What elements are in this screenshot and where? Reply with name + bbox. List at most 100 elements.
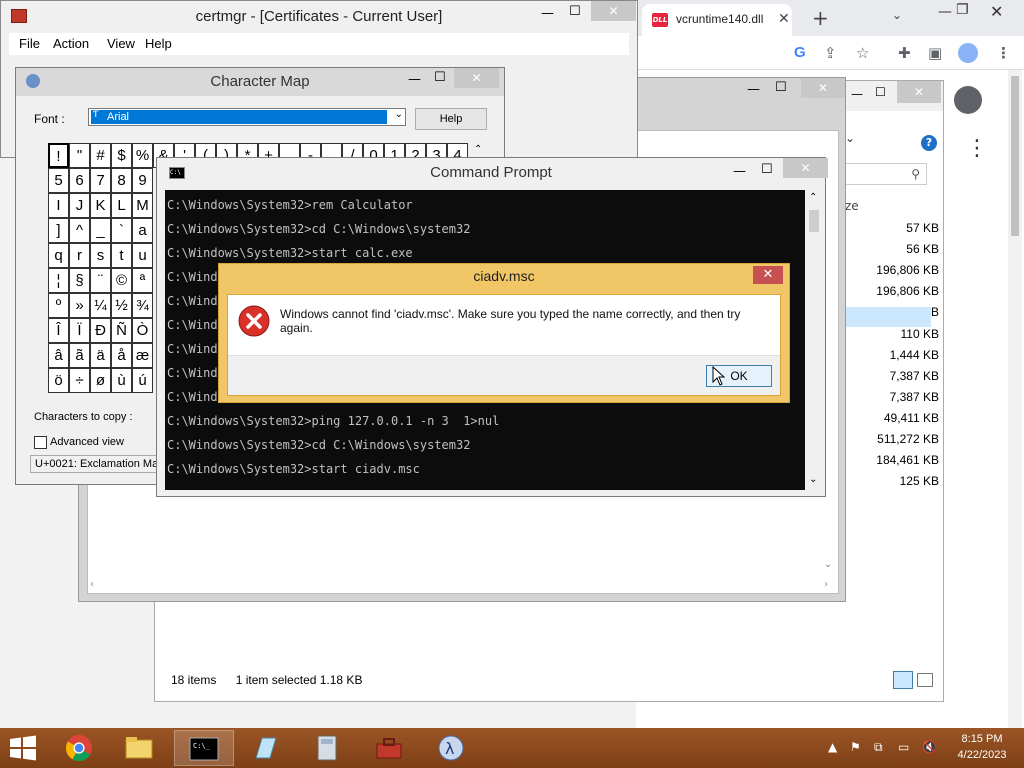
- maximize-icon[interactable]: ☐: [434, 70, 446, 85]
- font-select[interactable]: Arial Ƭ ⌄: [88, 108, 406, 126]
- scroll-left-icon[interactable]: ‹: [90, 579, 94, 590]
- display-icon[interactable]: ▭: [898, 740, 909, 754]
- char-cell[interactable]: ¼: [90, 293, 111, 318]
- grid-scroll-up-icon[interactable]: ⌃: [474, 144, 482, 155]
- side-panel-icon[interactable]: ▣: [928, 44, 942, 62]
- char-cell[interactable]: æ: [132, 343, 153, 368]
- taskbar-toolbox[interactable]: [360, 730, 420, 766]
- scroll-right-icon[interactable]: ›: [824, 579, 828, 590]
- taskbar-file-explorer[interactable]: [110, 730, 170, 766]
- char-cell[interactable]: ^: [69, 218, 90, 243]
- new-tab-button[interactable]: +: [812, 6, 829, 30]
- file-size-cell[interactable]: 56 KB: [906, 242, 939, 256]
- chevron-down-icon[interactable]: ⌄: [395, 109, 403, 120]
- console-scroll-thumb[interactable]: [809, 210, 819, 232]
- maximize-icon[interactable]: ☐: [761, 162, 773, 177]
- file-size-cell[interactable]: 7,387 KB: [890, 369, 939, 383]
- char-cell[interactable]: ÷: [69, 368, 90, 393]
- char-cell[interactable]: 5: [48, 168, 69, 193]
- char-cell[interactable]: Ñ: [111, 318, 132, 343]
- chrome-menu-icon[interactable]: ⋮: [996, 44, 1011, 62]
- show-hidden-icons-icon[interactable]: ▲: [828, 740, 837, 754]
- console-scrollbar[interactable]: ⌃ ⌄: [805, 190, 823, 490]
- minimize-icon[interactable]: —: [733, 164, 746, 179]
- file-size-cell[interactable]: 1,444 KB: [890, 348, 939, 362]
- taskbar-command-prompt[interactable]: C:\_: [174, 730, 234, 766]
- char-cell[interactable]: ©: [111, 268, 132, 293]
- menu-file[interactable]: File: [19, 36, 40, 51]
- char-cell[interactable]: I: [48, 193, 69, 218]
- close-icon[interactable]: ✕: [783, 158, 828, 178]
- google-lens-icon[interactable]: G: [794, 44, 806, 61]
- account-icon[interactable]: [954, 86, 982, 114]
- char-cell[interactable]: t: [111, 243, 132, 268]
- page-menu-icon[interactable]: ⋮: [966, 138, 988, 160]
- char-cell[interactable]: s: [90, 243, 111, 268]
- char-cell[interactable]: 9: [132, 168, 153, 193]
- char-cell[interactable]: L: [111, 193, 132, 218]
- chrome-tab[interactable]: DLL vcruntime140.dll ✕: [642, 4, 792, 36]
- char-cell[interactable]: 7: [90, 168, 111, 193]
- restore-icon[interactable]: ❐: [956, 2, 969, 18]
- char-cell[interactable]: %: [132, 143, 153, 168]
- char-cell[interactable]: 6: [69, 168, 90, 193]
- scroll-up-icon[interactable]: ⌃: [809, 192, 817, 203]
- char-cell[interactable]: ù: [111, 368, 132, 393]
- char-cell[interactable]: 8: [111, 168, 132, 193]
- menu-help[interactable]: Help: [145, 36, 172, 51]
- share-icon[interactable]: ⇪: [824, 44, 837, 62]
- char-cell[interactable]: u: [132, 243, 153, 268]
- char-cell[interactable]: ": [69, 143, 90, 168]
- char-cell[interactable]: r: [69, 243, 90, 268]
- maximize-icon[interactable]: ☐: [569, 4, 581, 19]
- help-button[interactable]: Help: [415, 108, 487, 130]
- menu-view[interactable]: View: [107, 36, 135, 51]
- minimize-icon[interactable]: —: [747, 82, 760, 97]
- start-button[interactable]: [8, 734, 38, 762]
- minimize-icon[interactable]: —: [408, 72, 421, 87]
- tab-close-icon[interactable]: ✕: [778, 11, 790, 27]
- file-size-cell[interactable]: 196,806 KB: [876, 284, 939, 298]
- char-cell[interactable]: ª: [132, 268, 153, 293]
- minimize-icon[interactable]: —: [851, 87, 863, 101]
- char-cell[interactable]: `: [111, 218, 132, 243]
- char-cell[interactable]: ä: [90, 343, 111, 368]
- action-center-flag-icon[interactable]: ⚑: [850, 740, 861, 754]
- file-size-cell[interactable]: 49,411 KB: [884, 411, 939, 425]
- char-cell[interactable]: ¾: [132, 293, 153, 318]
- minimize-icon[interactable]: —: [541, 6, 554, 21]
- char-cell[interactable]: ã: [69, 343, 90, 368]
- char-cell[interactable]: ø: [90, 368, 111, 393]
- close-icon[interactable]: ✕: [990, 2, 1003, 21]
- char-cell[interactable]: ]: [48, 218, 69, 243]
- volume-muted-icon[interactable]: 🔇: [922, 740, 937, 754]
- chrome-scroll-thumb[interactable]: [1011, 76, 1019, 236]
- file-size-cell[interactable]: 110 KB: [901, 327, 939, 341]
- char-cell[interactable]: ¨: [90, 268, 111, 293]
- dialog-close-button[interactable]: ✕: [753, 266, 783, 284]
- advanced-view-checkbox[interactable]: [34, 436, 47, 449]
- char-cell[interactable]: _: [90, 218, 111, 243]
- file-size-cell[interactable]: 125 KB: [900, 474, 939, 488]
- scroll-down-icon[interactable]: ⌄: [809, 474, 817, 485]
- size-column-header[interactable]: ze: [845, 199, 859, 213]
- close-icon[interactable]: ✕: [454, 68, 499, 88]
- close-icon[interactable]: ✕: [897, 81, 941, 103]
- char-cell[interactable]: Î: [48, 318, 69, 343]
- close-icon[interactable]: ✕: [801, 78, 845, 98]
- char-cell[interactable]: Ò: [132, 318, 153, 343]
- bookmark-star-icon[interactable]: ☆: [856, 44, 869, 62]
- large-icons-view-icon[interactable]: [917, 673, 933, 687]
- network-icon[interactable]: ⧉: [874, 740, 883, 755]
- profile-avatar-icon[interactable]: [958, 43, 978, 63]
- char-cell[interactable]: J: [69, 193, 90, 218]
- clock-date[interactable]: 4/22/2023: [952, 749, 1012, 761]
- extensions-icon[interactable]: ✚: [898, 44, 911, 62]
- char-cell[interactable]: q: [48, 243, 69, 268]
- file-size-cell[interactable]: 57 KB: [906, 221, 939, 235]
- expand-ribbon-icon[interactable]: ⌄: [845, 131, 855, 145]
- char-cell[interactable]: K: [90, 193, 111, 218]
- file-size-cell[interactable]: 196,806 KB: [876, 263, 939, 277]
- char-cell[interactable]: ¦: [48, 268, 69, 293]
- scroll-down-icon[interactable]: ⌄: [824, 559, 832, 570]
